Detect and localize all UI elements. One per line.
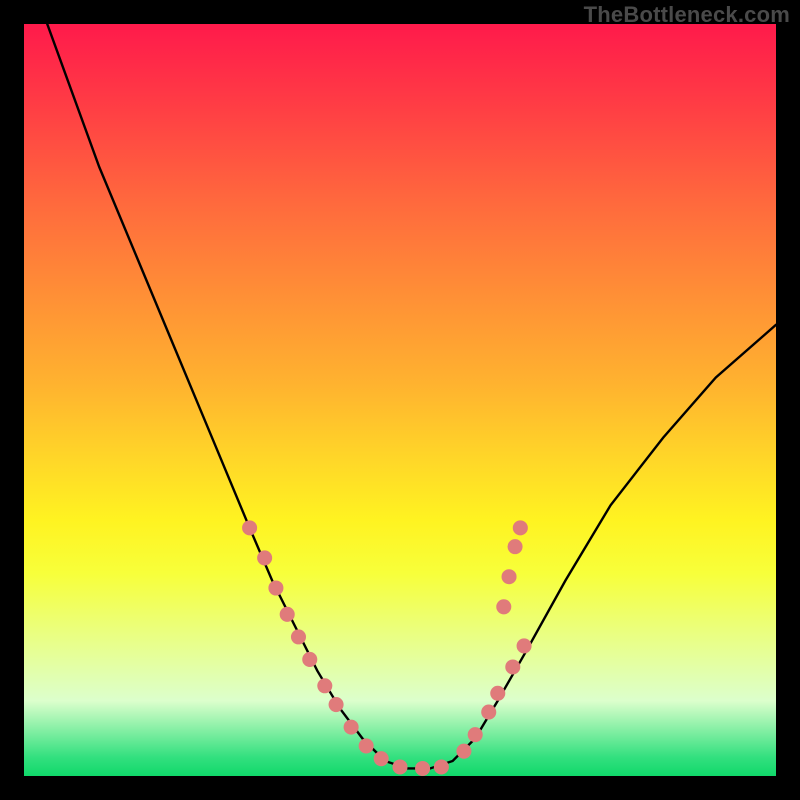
- data-marker: [242, 520, 257, 535]
- data-marker: [434, 759, 449, 774]
- data-marker: [415, 761, 430, 776]
- bottleneck-curve: [24, 24, 776, 776]
- data-marker: [496, 599, 511, 614]
- data-marker: [344, 720, 359, 735]
- data-marker: [291, 629, 306, 644]
- data-marker: [317, 678, 332, 693]
- data-marker: [490, 686, 505, 701]
- plot-area: [24, 24, 776, 776]
- data-marker: [359, 738, 374, 753]
- data-marker: [302, 652, 317, 667]
- data-marker: [280, 607, 295, 622]
- data-marker: [392, 759, 407, 774]
- data-marker: [468, 727, 483, 742]
- data-marker: [505, 659, 520, 674]
- data-marker: [513, 520, 528, 535]
- chart-frame: TheBottleneck.com: [0, 0, 800, 800]
- data-marker: [268, 580, 283, 595]
- data-marker: [329, 697, 344, 712]
- data-marker: [517, 638, 532, 653]
- data-marker: [374, 751, 389, 766]
- data-marker: [257, 550, 272, 565]
- data-marker: [508, 539, 523, 554]
- data-marker: [481, 705, 496, 720]
- data-marker: [456, 744, 471, 759]
- data-marker: [502, 569, 517, 584]
